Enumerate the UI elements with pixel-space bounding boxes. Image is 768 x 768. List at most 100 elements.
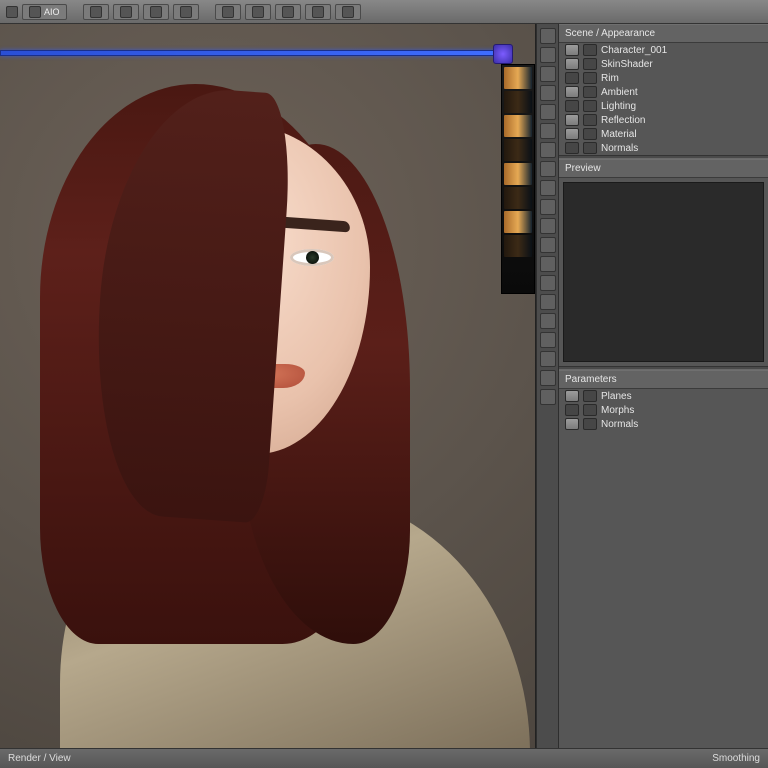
- node-icon: [583, 128, 597, 140]
- item-label: Material: [601, 129, 762, 140]
- status-bar: Render / View Smoothing: [0, 748, 768, 768]
- checkbox-icon[interactable]: [565, 404, 579, 416]
- view-tool-icon[interactable]: [540, 294, 556, 310]
- item-label: Rim: [601, 73, 762, 84]
- reference-strip[interactable]: [501, 64, 535, 294]
- inspector-item[interactable]: Ambient: [559, 85, 768, 99]
- tool-icon: [312, 6, 324, 18]
- inspector-item[interactable]: Material: [559, 127, 768, 141]
- view-tool-icon[interactable]: [540, 237, 556, 253]
- inspector-item[interactable]: Reflection: [559, 113, 768, 127]
- view-tool-icon[interactable]: [540, 256, 556, 272]
- node-icon: [583, 114, 597, 126]
- view-tool-icon[interactable]: [540, 66, 556, 82]
- toolbar-button-6[interactable]: [245, 4, 271, 20]
- checkbox-icon[interactable]: [565, 58, 579, 70]
- view-tool-icon[interactable]: [540, 28, 556, 44]
- toolbar-button-8[interactable]: [305, 4, 331, 20]
- reference-thumb[interactable]: [504, 163, 532, 185]
- view-tool-icon[interactable]: [540, 313, 556, 329]
- timeline-handle[interactable]: [493, 44, 513, 64]
- inspector-item[interactable]: Planes: [559, 389, 768, 403]
- tool-icon: [282, 6, 294, 18]
- view-tool-icon[interactable]: [540, 180, 556, 196]
- top-toolbar: AIO: [0, 0, 768, 24]
- view-tool-icon[interactable]: [540, 161, 556, 177]
- inspector-item[interactable]: Normals: [559, 141, 768, 155]
- checkbox-icon[interactable]: [565, 390, 579, 402]
- tool-icon: [90, 6, 102, 18]
- reference-thumb[interactable]: [504, 211, 532, 233]
- checkbox-icon[interactable]: [565, 100, 579, 112]
- item-label: Normals: [601, 143, 762, 154]
- view-tool-icon[interactable]: [540, 199, 556, 215]
- section-title: Preview: [565, 163, 601, 174]
- checkbox-icon[interactable]: [565, 418, 579, 430]
- item-label: SkinShader: [601, 59, 762, 70]
- view-tool-icon[interactable]: [540, 85, 556, 101]
- item-label: Normals: [601, 419, 762, 430]
- render-viewport[interactable]: [0, 24, 536, 748]
- toolbar-button-3[interactable]: [143, 4, 169, 20]
- view-tool-icon[interactable]: [540, 370, 556, 386]
- inspector-section-header[interactable]: Preview: [559, 159, 768, 178]
- reference-thumb[interactable]: [504, 91, 532, 113]
- node-icon: [583, 44, 597, 56]
- inspector-item[interactable]: Normals: [559, 417, 768, 431]
- section-title: Parameters: [565, 374, 617, 385]
- inspector-item[interactable]: Lighting: [559, 99, 768, 113]
- toolbar-button-2[interactable]: [113, 4, 139, 20]
- node-icon: [583, 58, 597, 70]
- tool-icon: [252, 6, 264, 18]
- toolbar-button-7[interactable]: [275, 4, 301, 20]
- reference-thumb[interactable]: [504, 115, 532, 137]
- workspace-icon: [29, 6, 41, 18]
- reference-thumb[interactable]: [504, 67, 532, 89]
- reference-thumb[interactable]: [504, 235, 532, 257]
- inspector-panel: Scene / Appearance Character_001 SkinSha…: [558, 24, 768, 748]
- checkbox-icon[interactable]: [565, 72, 579, 84]
- item-label: Ambient: [601, 87, 762, 98]
- checkbox-icon[interactable]: [565, 114, 579, 126]
- view-tool-icon[interactable]: [540, 332, 556, 348]
- app-window: AIO: [0, 0, 768, 768]
- checkbox-icon[interactable]: [565, 86, 579, 98]
- reference-thumb[interactable]: [504, 187, 532, 209]
- view-tool-icon[interactable]: [540, 218, 556, 234]
- reference-thumb[interactable]: [504, 139, 532, 161]
- toolbar-button-4[interactable]: [173, 4, 199, 20]
- item-label: Lighting: [601, 101, 762, 112]
- checkbox-icon[interactable]: [565, 142, 579, 154]
- main-area: Scene / Appearance Character_001 SkinSha…: [0, 24, 768, 748]
- param-icon: [583, 404, 597, 416]
- view-tool-icon[interactable]: [540, 47, 556, 63]
- item-label: Reflection: [601, 115, 762, 126]
- view-tool-icon[interactable]: [540, 104, 556, 120]
- inspector-section-header[interactable]: Parameters: [559, 370, 768, 389]
- inspector-item[interactable]: Rim: [559, 71, 768, 85]
- app-menu-icon[interactable]: [6, 6, 18, 18]
- node-icon: [583, 142, 597, 154]
- tool-icon: [222, 6, 234, 18]
- view-tool-icon[interactable]: [540, 142, 556, 158]
- view-tool-icon[interactable]: [540, 275, 556, 291]
- viewport-tool-column: [536, 24, 558, 748]
- view-tool-icon[interactable]: [540, 389, 556, 405]
- toolbar-button-5[interactable]: [215, 4, 241, 20]
- toolbar-button-9[interactable]: [335, 4, 361, 20]
- workspace-mode-label: AIO: [44, 7, 60, 17]
- inspector-item[interactable]: Character_001: [559, 43, 768, 57]
- inspector-item[interactable]: Morphs: [559, 403, 768, 417]
- checkbox-icon[interactable]: [565, 128, 579, 140]
- preview-thumbnail[interactable]: [563, 182, 764, 362]
- toolbar-button-1[interactable]: [83, 4, 109, 20]
- view-tool-icon[interactable]: [540, 123, 556, 139]
- workspace-mode-button[interactable]: AIO: [22, 4, 67, 20]
- item-label: Morphs: [601, 405, 762, 416]
- status-right-label: Smoothing: [712, 753, 760, 764]
- view-tool-icon[interactable]: [540, 351, 556, 367]
- inspector-item[interactable]: SkinShader: [559, 57, 768, 71]
- timeline-scrubber[interactable]: [0, 50, 505, 56]
- checkbox-icon[interactable]: [565, 44, 579, 56]
- inspector-section-header[interactable]: Scene / Appearance: [559, 24, 768, 43]
